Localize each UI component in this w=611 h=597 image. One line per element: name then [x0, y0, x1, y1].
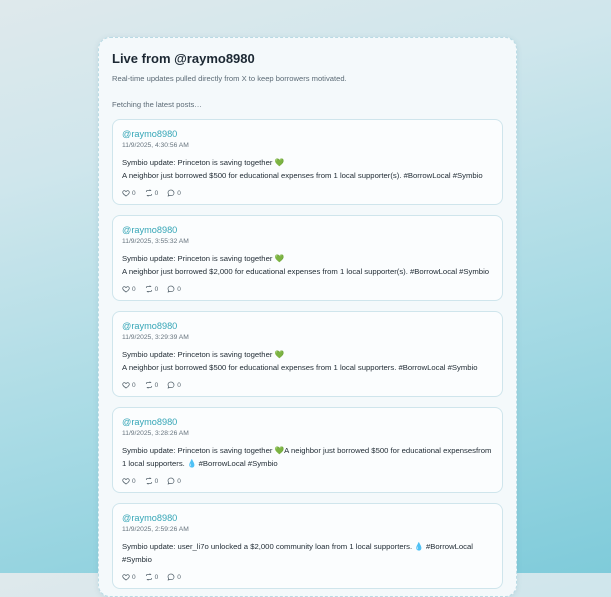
- comment-icon: [167, 189, 175, 197]
- heart-icon: [122, 286, 130, 293]
- panel-title: Live from @raymo8980: [112, 51, 255, 66]
- retweet-count: 0: [154, 285, 159, 293]
- like-button[interactable]: 0: [122, 381, 136, 389]
- retweet-button[interactable]: 0: [145, 381, 159, 389]
- heart-icon: [122, 190, 130, 197]
- reply-count: 0: [177, 381, 181, 389]
- comment-icon: [167, 573, 175, 581]
- tweet-author-handle[interactable]: @raymo8980: [122, 129, 493, 140]
- tweet-text: Symbio update: user_li7o unlocked a $2,0…: [122, 542, 473, 564]
- reply-button[interactable]: 0: [167, 573, 181, 581]
- tweet-actions: 0 0 0: [122, 573, 493, 581]
- retweet-button[interactable]: 0: [145, 285, 159, 293]
- tweet-text: Symbio update: Princeton is saving toget…: [122, 446, 492, 468]
- tweet-author-handle[interactable]: @raymo8980: [122, 417, 493, 428]
- tweet-card[interactable]: @raymo8980 11/9/2025, 3:29:39 AM Symbio …: [112, 311, 503, 397]
- reply-count: 0: [177, 573, 181, 581]
- panel-subtitle: Real-time updates pulled directly from X…: [112, 74, 347, 83]
- like-button[interactable]: 0: [122, 477, 136, 485]
- tweet-actions: 0 0 0: [122, 285, 493, 293]
- heart-icon: [122, 478, 130, 485]
- like-count: 0: [132, 381, 136, 389]
- tweet-timestamp: 11/9/2025, 3:28:26 AM: [122, 430, 189, 437]
- reply-count: 0: [177, 189, 181, 197]
- retweet-icon: [145, 573, 152, 581]
- tweet-card[interactable]: @raymo8980 11/9/2025, 4:30:56 AM Symbio …: [112, 119, 503, 205]
- retweet-count: 0: [154, 189, 159, 197]
- reply-button[interactable]: 0: [167, 477, 181, 485]
- retweet-button[interactable]: 0: [145, 189, 159, 197]
- retweet-icon: [145, 477, 152, 485]
- tweet-author-handle[interactable]: @raymo8980: [122, 321, 493, 332]
- tweet-actions: 0 0 0: [122, 381, 493, 389]
- like-button[interactable]: 0: [122, 285, 136, 293]
- retweet-icon: [145, 189, 152, 197]
- tweet-feed: @raymo8980 11/9/2025, 4:30:56 AM Symbio …: [112, 119, 503, 589]
- like-count: 0: [132, 573, 136, 581]
- like-button[interactable]: 0: [122, 573, 136, 581]
- reply-button[interactable]: 0: [167, 285, 181, 293]
- tweet-text: Symbio update: Princeton is saving toget…: [122, 158, 483, 180]
- like-button[interactable]: 0: [122, 189, 136, 197]
- live-feed-panel: Live from @raymo8980 Real-time updates p…: [98, 37, 517, 597]
- tweet-timestamp: 11/9/2025, 4:30:56 AM: [122, 142, 189, 149]
- comment-icon: [167, 477, 175, 485]
- tweet-timestamp: 11/9/2025, 2:59:26 AM: [122, 526, 189, 533]
- tweet-timestamp: 11/9/2025, 3:55:32 AM: [122, 238, 189, 245]
- reply-button[interactable]: 0: [167, 381, 181, 389]
- tweet-timestamp: 11/9/2025, 3:29:39 AM: [122, 334, 189, 341]
- tweet-text: Symbio update: Princeton is saving toget…: [122, 350, 478, 372]
- comment-icon: [167, 381, 175, 389]
- heart-icon: [122, 382, 130, 389]
- retweet-button[interactable]: 0: [145, 573, 159, 581]
- retweet-icon: [145, 381, 152, 389]
- tweet-author-handle[interactable]: @raymo8980: [122, 513, 493, 524]
- tweet-actions: 0 0 0: [122, 189, 493, 197]
- retweet-count: 0: [154, 477, 159, 485]
- loading-status: Fetching the latest posts…: [112, 100, 202, 109]
- like-count: 0: [132, 285, 136, 293]
- retweet-icon: [145, 285, 152, 293]
- like-count: 0: [132, 477, 136, 485]
- retweet-button[interactable]: 0: [145, 477, 159, 485]
- tweet-author-handle[interactable]: @raymo8980: [122, 225, 493, 236]
- tweet-card[interactable]: @raymo8980 11/9/2025, 3:55:32 AM Symbio …: [112, 215, 503, 301]
- reply-button[interactable]: 0: [167, 189, 181, 197]
- reply-count: 0: [177, 477, 181, 485]
- tweet-text: Symbio update: Princeton is saving toget…: [122, 254, 490, 276]
- heart-icon: [122, 574, 130, 581]
- tweet-card[interactable]: @raymo8980 11/9/2025, 2:59:26 AM Symbio …: [112, 503, 503, 589]
- like-count: 0: [132, 189, 136, 197]
- reply-count: 0: [177, 285, 181, 293]
- retweet-count: 0: [154, 381, 159, 389]
- comment-icon: [167, 285, 175, 293]
- tweet-actions: 0 0 0: [122, 477, 493, 485]
- tweet-card[interactable]: @raymo8980 11/9/2025, 3:28:26 AM Symbio …: [112, 407, 503, 493]
- retweet-count: 0: [154, 573, 159, 581]
